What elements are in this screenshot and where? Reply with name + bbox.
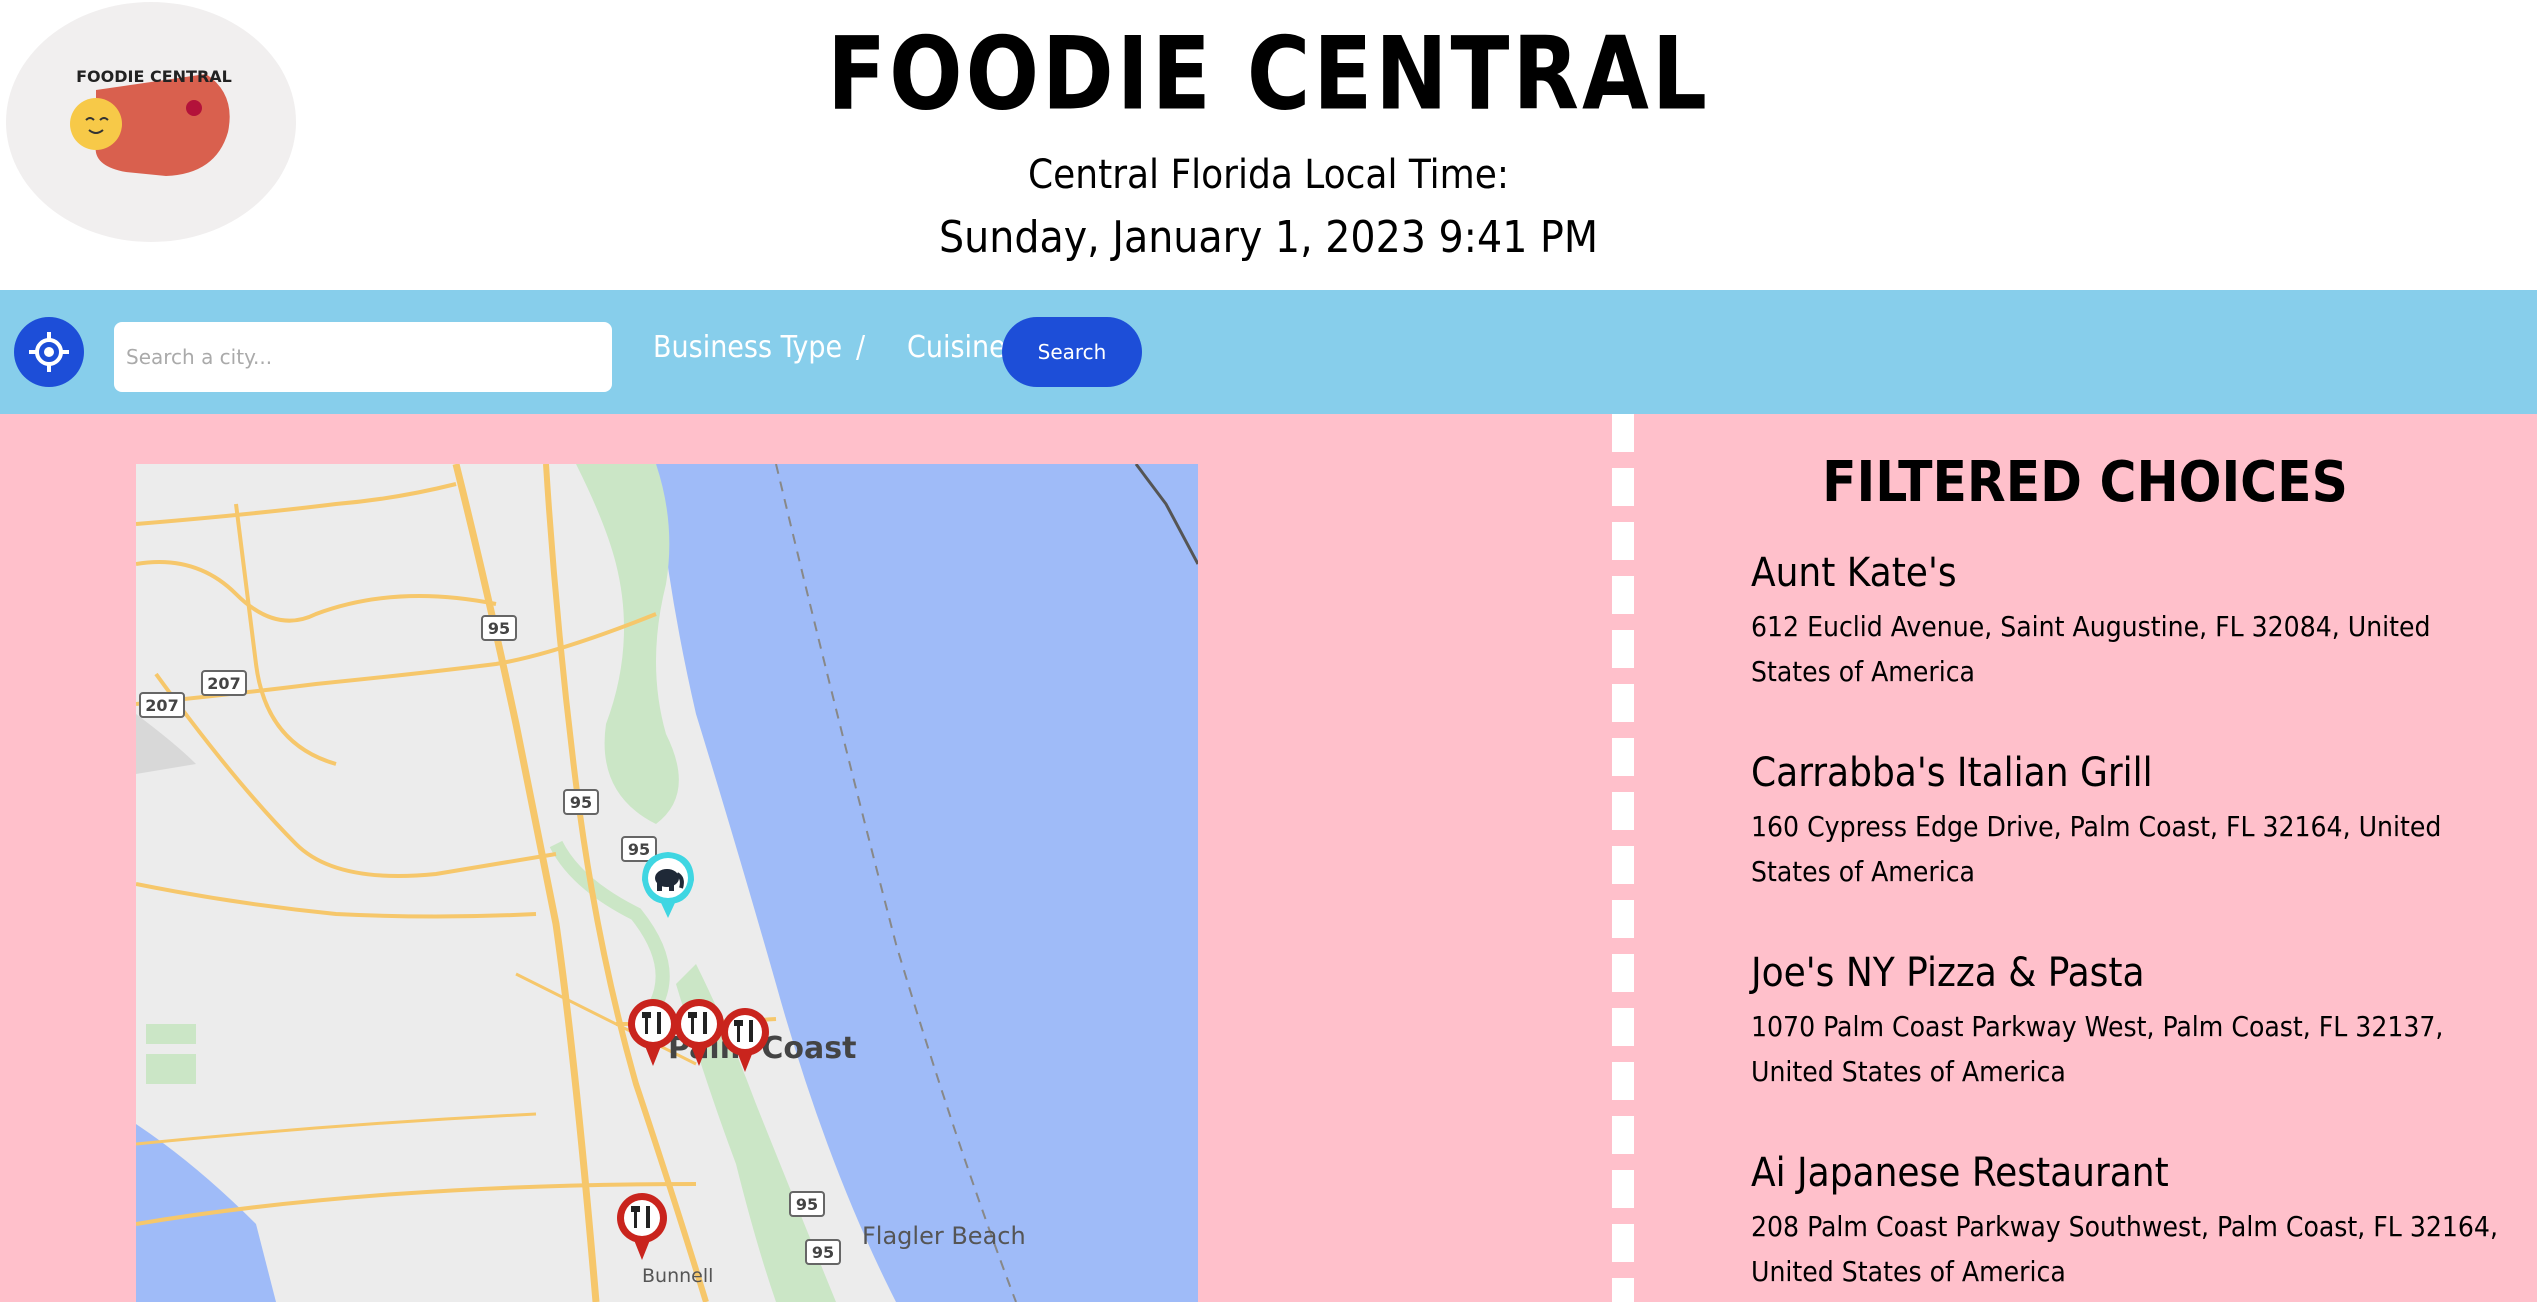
road-shield: 207 [201, 670, 247, 696]
choice-name[interactable]: Aunt Kate's [1751, 550, 1957, 596]
choice-name[interactable]: Carrabba's Italian Grill [1751, 750, 2153, 796]
local-time-label: Central Florida Local Time: [1028, 152, 1509, 198]
search-toolbar: Business Type / Cuisine Search [0, 290, 2537, 414]
road-shield: 207 [139, 692, 185, 718]
svg-text:95: 95 [628, 840, 650, 859]
business-type-link[interactable]: Business Type [653, 330, 842, 365]
choice-name[interactable]: Ai Japanese Restaurant [1751, 1150, 2169, 1196]
road-shield: 95 [563, 789, 599, 815]
choice-address: 612 Euclid Avenue, Saint Augustine, FL 3… [1751, 610, 2431, 688]
local-time-value: Sunday, January 1, 2023 9:41 PM [939, 212, 1598, 263]
search-button[interactable]: Search [1002, 317, 1142, 387]
locate-button[interactable] [14, 317, 84, 387]
header: FOODIE CENTRAL FOODIE CENTRAL Central Fl… [0, 0, 2537, 290]
svg-text:95: 95 [570, 793, 592, 812]
choice-name[interactable]: Joe's NY Pizza & Pasta [1751, 950, 2145, 996]
map-canvas: 95 207 207 95 95 95 95 Palm Coast Flagle… [136, 464, 1198, 1302]
map[interactable]: 95 207 207 95 95 95 95 Palm Coast Flagle… [136, 464, 1198, 1302]
svg-text:95: 95 [796, 1195, 818, 1214]
svg-text:95: 95 [812, 1243, 834, 1262]
map-label-bunnell: Bunnell [642, 1265, 713, 1287]
cuisine-link[interactable]: Cuisine [907, 330, 1006, 365]
choice-address: 1070 Palm Coast Parkway West, Palm Coast… [1751, 1010, 2444, 1088]
filtered-choices-title: FILTERED CHOICES [1822, 450, 2348, 515]
road-shield: 95 [805, 1239, 841, 1265]
site-title: FOODIE CENTRAL [827, 15, 1710, 133]
svg-text:207: 207 [145, 696, 178, 715]
road-shield: 95 [621, 836, 657, 862]
panel-divider [1612, 414, 1634, 1302]
road-shield: 95 [789, 1191, 825, 1217]
map-label-flagler-beach: Flagler Beach [862, 1222, 1026, 1250]
city-search-input[interactable] [114, 322, 612, 392]
crosshair-icon [29, 332, 69, 372]
road-shield: 95 [481, 615, 517, 641]
svg-text:95: 95 [488, 619, 510, 638]
svg-text:207: 207 [207, 674, 240, 693]
choice-address: 208 Palm Coast Parkway Southwest, Palm C… [1751, 1210, 2498, 1288]
menu-separator: / [856, 330, 866, 365]
choice-address: 160 Cypress Edge Drive, Palm Coast, FL 3… [1751, 810, 2442, 888]
